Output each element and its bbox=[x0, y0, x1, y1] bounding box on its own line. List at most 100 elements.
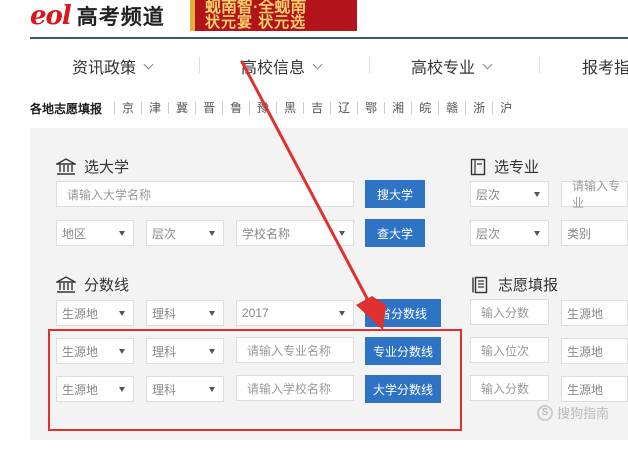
province-link[interactable]: 京 bbox=[114, 102, 141, 114]
volunteer-origin-select[interactable]: 生源地 bbox=[561, 338, 628, 364]
school-name-select[interactable]: 学校名称 bbox=[236, 220, 354, 246]
province-score-button[interactable]: 省分数线 bbox=[365, 299, 441, 327]
logo-mark: eol bbox=[30, 1, 72, 31]
watermark-logo-icon: S bbox=[537, 404, 553, 421]
origin-select[interactable]: 生源地 bbox=[56, 376, 134, 402]
province-bar: 各地志愿填报 京 津 冀 晋 鲁 豫 黑 吉 辽 鄂 湘 皖 赣 浙 沪 bbox=[30, 98, 519, 118]
province-link[interactable]: 黑 bbox=[276, 102, 303, 114]
promo-banner[interactable]: 蚬南智·全蚬南 状元宴 状元选 bbox=[195, 0, 357, 31]
province-link[interactable]: 晋 bbox=[195, 102, 222, 114]
form-icon bbox=[472, 276, 488, 293]
select-value: 理科 bbox=[152, 344, 177, 359]
nav-item-policy[interactable]: 资讯政策 bbox=[72, 54, 154, 78]
university-score-button[interactable]: 大学分数线 bbox=[365, 375, 441, 403]
year-select[interactable]: 2017 bbox=[236, 300, 354, 326]
province-link[interactable]: 冀 bbox=[168, 102, 195, 114]
caret-down-icon bbox=[534, 231, 540, 236]
rank-input[interactable]: 输入位次 bbox=[470, 337, 549, 363]
section-title-label: 选大学 bbox=[84, 159, 130, 176]
select-value: 生源地 bbox=[62, 344, 99, 359]
score-line-title: 分数线 bbox=[56, 274, 129, 295]
region-select[interactable]: 地区 bbox=[56, 220, 134, 246]
university-icon bbox=[56, 275, 76, 293]
select-major-title: 选专业 bbox=[470, 156, 539, 177]
watermark: S 搜狗指南 bbox=[537, 403, 609, 422]
volunteer-title: 志愿填报 bbox=[472, 274, 558, 295]
school-name-input[interactable]: 请输入学校名称 bbox=[236, 375, 354, 401]
major-name-input[interactable]: 请输入专业名称 bbox=[236, 337, 354, 363]
caret-down-icon bbox=[209, 349, 215, 354]
major-level-select[interactable]: 层次 bbox=[470, 181, 549, 207]
major-category-select[interactable]: 类别 bbox=[561, 220, 628, 246]
select-value: 层次 bbox=[476, 187, 501, 202]
province-bar-title: 各地志愿填报 bbox=[30, 101, 103, 116]
chevron-down-icon bbox=[143, 59, 154, 69]
province-link[interactable]: 鄂 bbox=[357, 102, 384, 114]
caret-down-icon bbox=[119, 387, 125, 392]
select-value: 层次 bbox=[476, 226, 501, 241]
watermark-text: 搜狗指南 bbox=[557, 406, 610, 421]
province-link[interactable]: 豫 bbox=[249, 102, 276, 114]
select-value: 生源地 bbox=[567, 306, 604, 321]
caret-down-icon bbox=[209, 387, 215, 392]
province-link[interactable]: 湘 bbox=[384, 102, 411, 114]
nav-item-colleges[interactable]: 高校信息 bbox=[241, 54, 323, 78]
select-value: 生源地 bbox=[567, 382, 604, 397]
search-university-button[interactable]: 搜大学 bbox=[365, 180, 425, 208]
banner-line-2: 状元宴 状元选 bbox=[205, 14, 307, 31]
select-value: 理科 bbox=[152, 306, 177, 321]
find-university-button[interactable]: 查大学 bbox=[365, 219, 425, 247]
subject-select[interactable]: 理科 bbox=[146, 376, 224, 402]
volunteer-origin-select[interactable]: 生源地 bbox=[561, 300, 628, 326]
nav-item-label: 高校专业 bbox=[411, 60, 476, 77]
select-value: 生源地 bbox=[62, 382, 99, 397]
province-link[interactable]: 赣 bbox=[438, 102, 465, 114]
university-name-input[interactable]: 请输入大学名称 bbox=[56, 181, 354, 207]
nav-item-label: 资讯政策 bbox=[72, 60, 137, 77]
university-icon bbox=[56, 157, 76, 175]
nav-separator bbox=[539, 57, 540, 73]
caret-down-icon bbox=[209, 231, 215, 236]
major-score-button[interactable]: 专业分数线 bbox=[365, 337, 441, 365]
nav-item-majors[interactable]: 高校专业 bbox=[411, 54, 493, 78]
select-value: 生源地 bbox=[567, 344, 604, 359]
chevron-down-icon bbox=[312, 59, 323, 69]
caret-down-icon bbox=[119, 349, 125, 354]
select-value: 地区 bbox=[62, 226, 87, 241]
select-value: 类别 bbox=[567, 226, 592, 241]
header-divider bbox=[30, 37, 628, 39]
province-link[interactable]: 沪 bbox=[492, 102, 519, 114]
level-select[interactable]: 层次 bbox=[146, 220, 224, 246]
nav-item-application[interactable]: 报考指 bbox=[582, 54, 628, 78]
chevron-down-icon bbox=[482, 59, 493, 69]
province-link[interactable]: 皖 bbox=[411, 102, 438, 114]
subject-select[interactable]: 理科 bbox=[146, 338, 224, 364]
site-logo[interactable]: eol 高考频道 bbox=[30, 0, 165, 32]
score-input[interactable]: 输入分数 bbox=[470, 375, 549, 401]
section-title-label: 分数线 bbox=[84, 277, 130, 294]
origin-select[interactable]: 生源地 bbox=[56, 338, 134, 364]
main-nav: 资讯政策 高校信息 高校专业 报考指 bbox=[0, 40, 628, 90]
nav-separator bbox=[369, 57, 370, 73]
nav-item-label: 高校信息 bbox=[241, 60, 306, 77]
province-link[interactable]: 辽 bbox=[330, 102, 357, 114]
select-university-title: 选大学 bbox=[56, 156, 129, 177]
select-value: 理科 bbox=[152, 382, 177, 397]
caret-down-icon bbox=[209, 311, 215, 316]
caret-down-icon bbox=[339, 231, 345, 236]
score-input[interactable]: 输入分数 bbox=[470, 299, 549, 325]
caret-down-icon bbox=[119, 231, 125, 236]
caret-down-icon bbox=[119, 311, 125, 316]
major-level2-select[interactable]: 层次 bbox=[470, 220, 549, 246]
section-title-label: 志愿填报 bbox=[498, 277, 559, 294]
province-link[interactable]: 鲁 bbox=[222, 102, 249, 114]
major-name-input[interactable]: 请输入专业 bbox=[561, 179, 628, 210]
subject-select[interactable]: 理科 bbox=[146, 300, 224, 326]
province-link[interactable]: 津 bbox=[141, 102, 168, 114]
book-icon bbox=[470, 158, 486, 175]
province-link[interactable]: 浙 bbox=[465, 102, 492, 114]
select-value: 生源地 bbox=[62, 306, 99, 321]
origin-select[interactable]: 生源地 bbox=[56, 300, 134, 326]
volunteer-origin-select[interactable]: 生源地 bbox=[561, 376, 628, 402]
province-link[interactable]: 吉 bbox=[303, 102, 330, 114]
